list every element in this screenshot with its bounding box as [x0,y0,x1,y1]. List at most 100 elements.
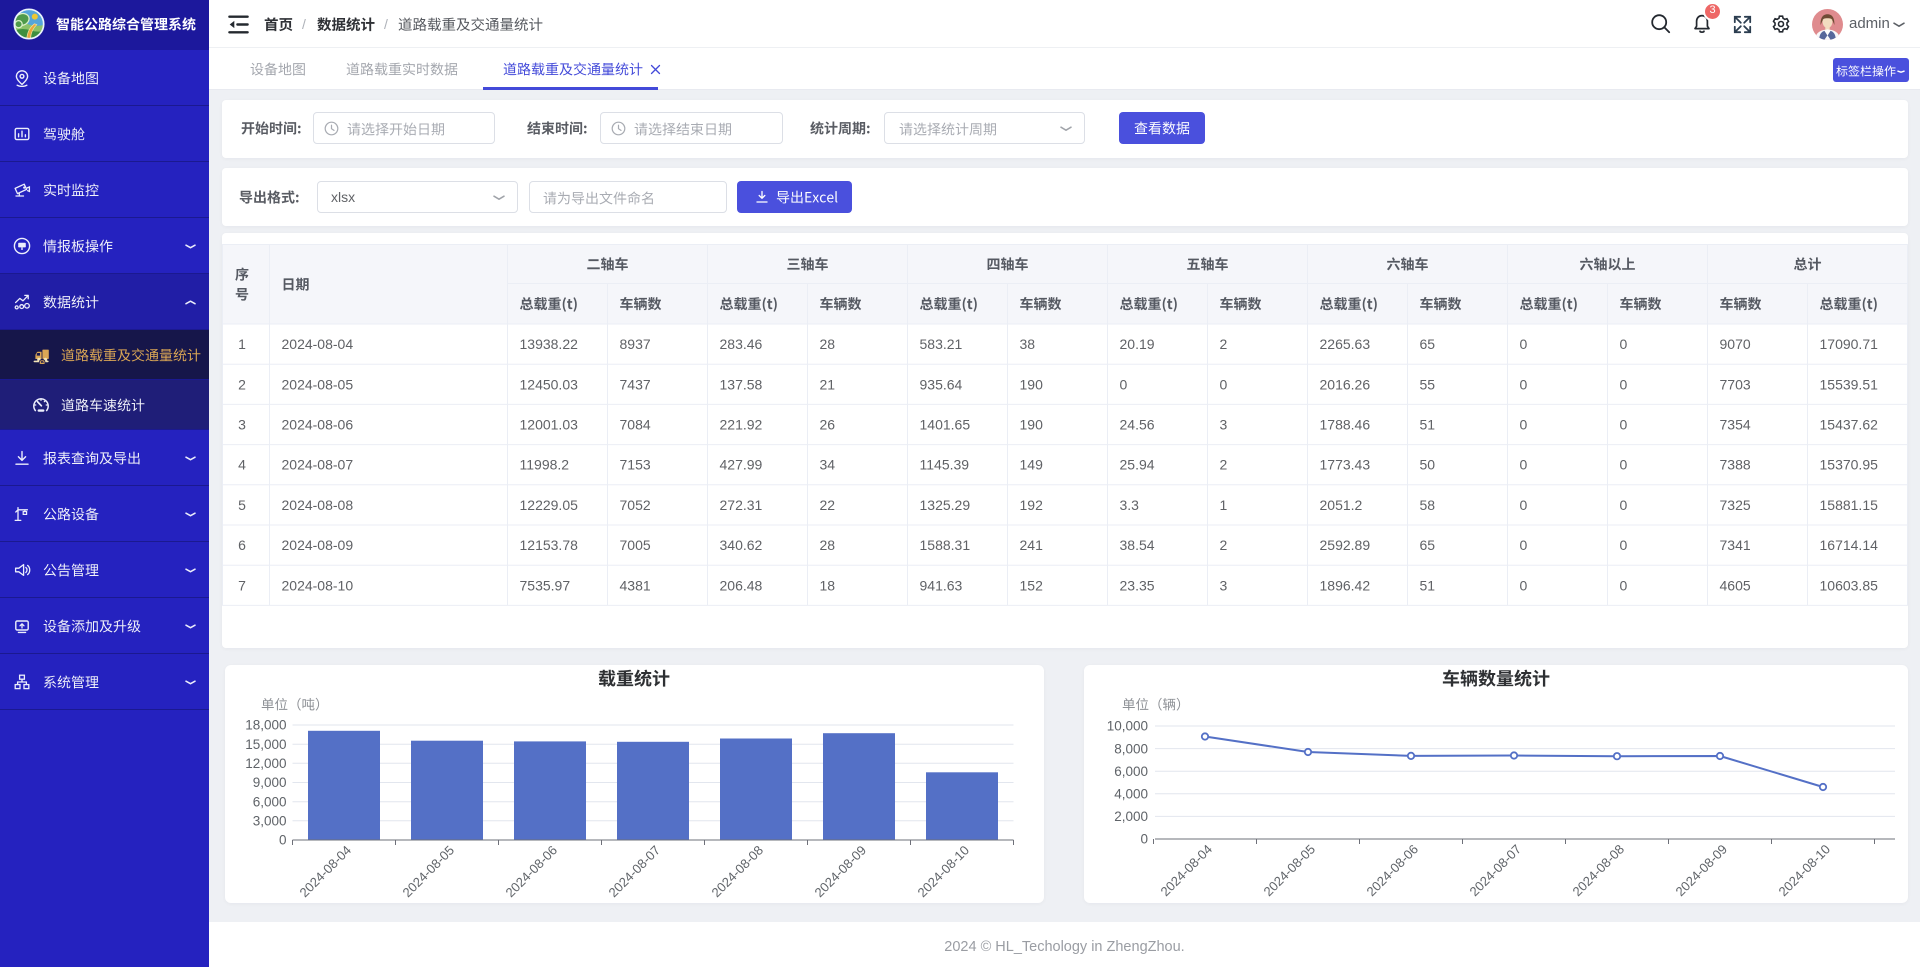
svg-text:7: 7 [238,577,246,593]
svg-text:38.54: 38.54 [1120,537,1155,553]
svg-text:137.58: 137.58 [720,376,763,392]
svg-text:2592.89: 2592.89 [1320,537,1371,553]
svg-text:2024-08-04: 2024-08-04 [1157,842,1215,900]
svg-text:206.48: 206.48 [720,577,763,593]
svg-text:6: 6 [238,537,246,553]
svg-text:2024-08-05: 2024-08-05 [1260,842,1318,900]
svg-text:18: 18 [820,577,836,593]
svg-text:7052: 7052 [620,497,651,513]
svg-text:0: 0 [1520,336,1528,352]
svg-text:2024-08-08: 2024-08-08 [282,497,354,513]
svg-text:7535.97: 7535.97 [520,577,571,593]
svg-text:9,000: 9,000 [253,775,287,790]
svg-text:12229.05: 12229.05 [520,497,579,513]
svg-text:6,000: 6,000 [1114,764,1148,779]
svg-text:15881.15: 15881.15 [1820,497,1879,513]
svg-text:2024-08-04: 2024-08-04 [296,843,354,901]
svg-text:2024-08-06: 2024-08-06 [1363,842,1421,900]
svg-text:7703: 7703 [1720,376,1751,392]
svg-text:21: 21 [820,376,836,392]
svg-text:2024-08-07: 2024-08-07 [282,457,354,473]
svg-text:3.3: 3.3 [1120,497,1140,513]
svg-text:7354: 7354 [1720,417,1751,433]
svg-text:2051.2: 2051.2 [1320,497,1363,513]
svg-text:4: 4 [238,457,246,473]
svg-text:0: 0 [1120,376,1128,392]
svg-text:0: 0 [1520,537,1528,553]
svg-text:0: 0 [1620,577,1628,593]
svg-text:152: 152 [1020,577,1044,593]
svg-text:0: 0 [1520,497,1528,513]
svg-text:17090.71: 17090.71 [1820,336,1879,352]
svg-text:340.62: 340.62 [720,537,763,553]
svg-text:10,000: 10,000 [1107,719,1148,734]
svg-text:583.21: 583.21 [920,336,963,352]
svg-text:65: 65 [1420,537,1436,553]
svg-text:0: 0 [1520,577,1528,593]
svg-text:18,000: 18,000 [245,718,286,733]
svg-text:7153: 7153 [620,457,651,473]
svg-text:4605: 4605 [1720,577,1751,593]
svg-text:15370.95: 15370.95 [1820,457,1879,473]
svg-text:2024-08-06: 2024-08-06 [282,417,354,433]
svg-text:11998.2: 11998.2 [520,457,570,473]
svg-text:34: 34 [820,457,836,473]
svg-text:15,000: 15,000 [245,737,286,752]
svg-text:190: 190 [1020,417,1044,433]
svg-text:272.31: 272.31 [720,497,763,513]
svg-text:1: 1 [238,336,246,352]
svg-text:50: 50 [1420,457,1436,473]
svg-text:23.35: 23.35 [1120,577,1155,593]
svg-text:2016.26: 2016.26 [1320,376,1371,392]
svg-text:28: 28 [820,336,836,352]
svg-text:7388: 7388 [1720,457,1751,473]
svg-text:427.99: 427.99 [720,457,763,473]
svg-text:241: 241 [1020,537,1044,553]
svg-text:283.46: 283.46 [720,336,763,352]
svg-text:15539.51: 15539.51 [1820,376,1879,392]
svg-text:1: 1 [1220,497,1228,513]
svg-text:0: 0 [1620,537,1628,553]
svg-text:58: 58 [1420,497,1436,513]
svg-text:1896.42: 1896.42 [1320,577,1371,593]
svg-text:0: 0 [279,833,287,848]
svg-text:20.19: 20.19 [1120,336,1155,352]
svg-text:2024-08-10: 2024-08-10 [282,577,354,593]
svg-text:2: 2 [1220,457,1228,473]
svg-text:12001.03: 12001.03 [520,417,579,433]
svg-text:3,000: 3,000 [253,814,287,829]
svg-text:28: 28 [820,537,836,553]
svg-text:5: 5 [238,497,246,513]
svg-text:2024-08-07: 2024-08-07 [605,843,663,901]
svg-text:3: 3 [1220,577,1228,593]
svg-text:2024-08-06: 2024-08-06 [502,843,560,901]
svg-text:4381: 4381 [620,577,651,593]
svg-text:9070: 9070 [1720,336,1751,352]
svg-text:7005: 7005 [620,537,651,553]
svg-text:51: 51 [1420,417,1436,433]
svg-text:2024-08-09: 2024-08-09 [811,843,869,901]
svg-text:0: 0 [1520,376,1528,392]
svg-text:2: 2 [1220,336,1228,352]
svg-text:2: 2 [238,376,246,392]
svg-text:2024-08-08: 2024-08-08 [1569,842,1627,900]
svg-text:2024-08-08: 2024-08-08 [708,843,766,901]
svg-text:2265.63: 2265.63 [1320,336,1371,352]
svg-text:2024-08-07: 2024-08-07 [1466,842,1524,900]
svg-text:0: 0 [1620,497,1628,513]
svg-text:2024-08-04: 2024-08-04 [282,336,354,352]
svg-text:25.94: 25.94 [1120,457,1155,473]
svg-text:2024-08-05: 2024-08-05 [399,843,457,901]
svg-text:51: 51 [1420,577,1436,593]
svg-text:0: 0 [1620,457,1628,473]
svg-text:1145.39: 1145.39 [920,457,970,473]
svg-text:1325.29: 1325.29 [920,497,971,513]
svg-text:12153.78: 12153.78 [520,537,579,553]
svg-text:55: 55 [1420,376,1436,392]
svg-text:6,000: 6,000 [253,794,287,809]
svg-text:0: 0 [1220,376,1228,392]
svg-text:8,000: 8,000 [1114,741,1148,756]
svg-text:13938.22: 13938.22 [520,336,579,352]
svg-text:7084: 7084 [620,417,651,433]
svg-text:7437: 7437 [620,376,651,392]
